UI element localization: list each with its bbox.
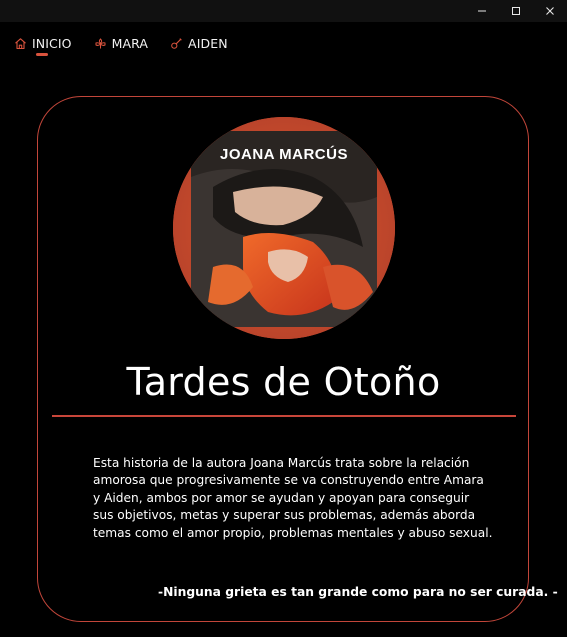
nav-item-aiden[interactable]: AIDEN: [170, 34, 228, 52]
book-cover-image: JOANA MARCÚS: [173, 117, 395, 339]
minimize-button[interactable]: [465, 0, 499, 22]
top-nav: INICIO MARA AIDEN: [14, 34, 250, 56]
cover-author-text: JOANA MARCÚS: [220, 145, 348, 163]
active-indicator: [36, 53, 48, 56]
minimize-icon: [478, 10, 486, 12]
maximize-button[interactable]: [499, 0, 533, 22]
nav-item-inicio[interactable]: INICIO: [14, 34, 72, 56]
nav-label-mara: MARA: [111, 35, 149, 51]
close-button[interactable]: [533, 0, 567, 22]
flower-icon: [94, 37, 107, 50]
maximize-icon: [512, 7, 520, 15]
book-title: Tardes de Otoño: [126, 360, 441, 404]
book-description: Esta historia de la autora Joana Marcús …: [93, 456, 493, 540]
guitar-icon: [170, 37, 183, 50]
title-divider: [52, 415, 516, 417]
close-icon: [546, 7, 554, 15]
nav-label-aiden: AIDEN: [188, 35, 228, 51]
window-controls: [465, 0, 567, 22]
book-quote: -Ninguna grieta es tan grande como para …: [158, 585, 558, 599]
nav-label-inicio: INICIO: [32, 35, 72, 51]
title-bar: [0, 0, 567, 22]
home-icon: [14, 37, 27, 50]
nav-item-mara[interactable]: MARA: [94, 34, 148, 52]
